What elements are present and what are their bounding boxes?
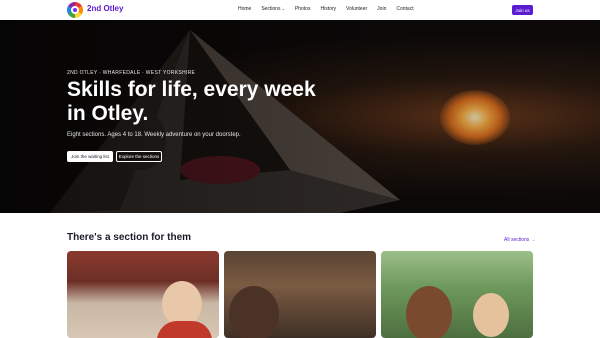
section-card-photo-1[interactable] <box>67 251 219 338</box>
explore-sections-button[interactable]: Explore the sections <box>116 151 162 162</box>
nav-volunteer[interactable]: Volunteer <box>346 6 367 12</box>
nav-join[interactable]: Join <box>377 6 386 12</box>
sections-heading: There's a section for them <box>67 232 192 243</box>
nav-home[interactable]: Home <box>238 6 251 12</box>
join-waiting-list-button[interactable]: Join the waiting list <box>67 151 113 162</box>
smiling-child-image <box>406 286 452 338</box>
site-header: 2nd Otley Home Sections⌄ Photos History … <box>0 0 600 20</box>
red-shirt-image <box>157 321 212 338</box>
all-sections-link[interactable]: All sections → <box>504 237 536 243</box>
nav-history[interactable]: History <box>320 6 336 12</box>
nav-contact[interactable]: Contact <box>396 6 413 12</box>
chevron-down-icon: ⌄ <box>281 6 285 11</box>
brand-name[interactable]: 2nd Otley <box>87 4 123 13</box>
section-card-photo-2[interactable] <box>224 251 376 338</box>
hero-title: Skills for life, every week in Otley. <box>67 78 316 125</box>
nav-sections-label: Sections <box>261 6 281 12</box>
child-face-image-2 <box>473 293 509 337</box>
main-nav: Home Sections⌄ Photos History Volunteer … <box>238 6 424 12</box>
logo-icon[interactable] <box>67 2 83 18</box>
nav-sections[interactable]: Sections⌄ <box>261 6 285 12</box>
child-head-image <box>229 286 279 338</box>
hero-eyebrow: 2ND OTLEY · WHARFEDALE · WEST YORKSHIRE <box>67 70 196 76</box>
hero-subtitle: Eight sections. Ages 4 to 18. Weekly adv… <box>67 132 241 138</box>
join-us-button[interactable]: Join us <box>512 5 533 15</box>
section-card-photo-3[interactable] <box>381 251 533 338</box>
nav-photos[interactable]: Photos <box>295 6 311 12</box>
hero-banner: 2ND OTLEY · WHARFEDALE · WEST YORKSHIRE … <box>0 20 600 213</box>
